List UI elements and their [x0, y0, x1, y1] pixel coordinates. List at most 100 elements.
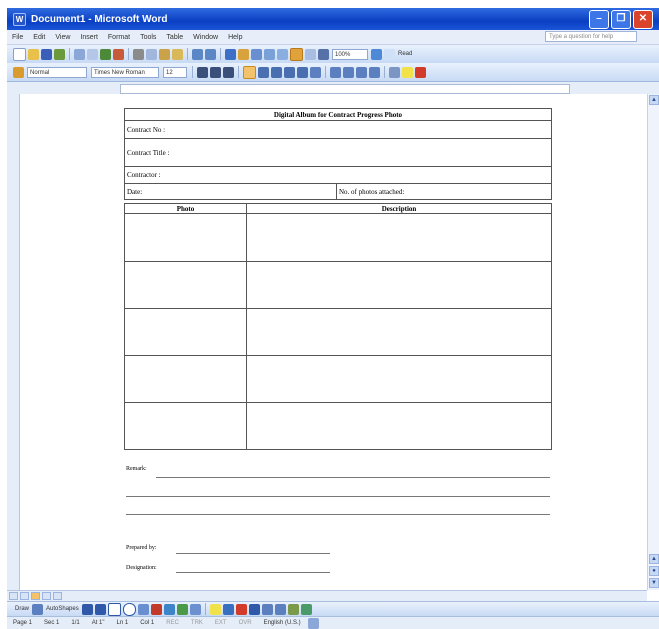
contract-no-field[interactable]: Contract No :: [124, 120, 552, 139]
print-icon[interactable]: [74, 48, 85, 60]
tables-borders-icon[interactable]: [238, 48, 249, 60]
font-color-icon[interactable]: [235, 603, 247, 615]
arrow-icon[interactable]: [94, 603, 106, 615]
close-button[interactable]: ✕: [633, 10, 653, 29]
status-ext[interactable]: EXT: [209, 620, 233, 626]
description-cell[interactable]: [246, 355, 552, 403]
select-objects-icon[interactable]: [32, 603, 44, 615]
next-page-icon[interactable]: ▼: [649, 578, 659, 588]
status-rec[interactable]: REC: [160, 620, 185, 626]
numbering-icon[interactable]: [330, 66, 341, 78]
paste-icon[interactable]: [159, 48, 170, 60]
clip-art-icon[interactable]: [176, 603, 188, 615]
font-size-select[interactable]: 12: [163, 66, 187, 78]
vertical-scrollbar[interactable]: ▲ ▲ ● ▼: [647, 94, 659, 590]
web-layout-view-icon[interactable]: [20, 592, 29, 600]
remark-line[interactable]: [156, 477, 550, 478]
borders-icon[interactable]: [389, 66, 400, 78]
status-trk[interactable]: TRK: [185, 620, 209, 626]
menu-window[interactable]: Window: [188, 34, 223, 41]
wordart-icon[interactable]: [150, 603, 162, 615]
menu-view[interactable]: View: [50, 34, 75, 41]
prepared-by-line[interactable]: [176, 553, 330, 554]
contract-title-field[interactable]: Contract Title :: [124, 138, 552, 167]
print-layout-view-icon[interactable]: [31, 592, 40, 600]
3d-style-icon[interactable]: [300, 603, 312, 615]
photo-cell[interactable]: [124, 213, 247, 262]
spelling-icon[interactable]: [100, 48, 111, 60]
description-cell[interactable]: [246, 261, 552, 309]
spelling-status-icon[interactable]: [307, 617, 319, 629]
status-ovr[interactable]: OVR: [233, 620, 258, 626]
photo-cell[interactable]: [124, 308, 247, 356]
show-hide-icon[interactable]: [318, 48, 329, 60]
print-preview-icon[interactable]: [87, 48, 98, 60]
menu-edit[interactable]: Edit: [28, 34, 50, 41]
decrease-indent-icon[interactable]: [356, 66, 367, 78]
scroll-up-icon[interactable]: ▲: [649, 95, 659, 105]
document-map-icon[interactable]: [305, 48, 316, 60]
copy-icon[interactable]: [146, 48, 157, 60]
new-document-icon[interactable]: [13, 47, 26, 61]
bold-icon[interactable]: [197, 66, 208, 78]
menu-format[interactable]: Format: [103, 34, 135, 41]
photos-attached-field[interactable]: No. of photos attached:: [336, 183, 552, 200]
help-icon[interactable]: [371, 48, 382, 60]
photo-cell[interactable]: [124, 402, 247, 450]
increase-indent-icon[interactable]: [369, 66, 380, 78]
highlight-icon[interactable]: [402, 66, 413, 78]
save-icon[interactable]: [41, 48, 52, 60]
ask-question-input[interactable]: Type a question for help: [545, 31, 637, 42]
underline-icon[interactable]: [223, 66, 234, 78]
oval-icon[interactable]: [122, 602, 136, 616]
font-color-icon[interactable]: [415, 66, 426, 78]
open-folder-icon[interactable]: [28, 48, 39, 60]
insert-excel-icon[interactable]: [264, 48, 275, 60]
line-icon[interactable]: [81, 603, 93, 615]
diagram-icon[interactable]: [163, 603, 175, 615]
columns-icon[interactable]: [277, 48, 288, 60]
autoshapes-menu[interactable]: AutoShapes: [44, 606, 81, 612]
description-cell[interactable]: [246, 308, 552, 356]
photo-cell[interactable]: [124, 261, 247, 309]
previous-page-icon[interactable]: ▲: [649, 554, 659, 564]
drawing-icon[interactable]: [290, 47, 303, 61]
research-icon[interactable]: [113, 48, 124, 60]
italic-icon[interactable]: [210, 66, 221, 78]
permission-icon[interactable]: [54, 48, 65, 60]
select-browse-object-icon[interactable]: ●: [649, 566, 659, 576]
read-button[interactable]: Read: [396, 51, 414, 57]
insert-picture-icon[interactable]: [189, 603, 201, 615]
justify-icon[interactable]: [284, 66, 295, 78]
date-field[interactable]: Date:: [124, 183, 337, 200]
styles-icon[interactable]: [13, 66, 24, 78]
menu-insert[interactable]: Insert: [75, 34, 103, 41]
format-painter-icon[interactable]: [172, 48, 183, 60]
menu-table[interactable]: Table: [161, 34, 188, 41]
line-style-icon[interactable]: [248, 603, 260, 615]
align-left-icon[interactable]: [243, 65, 256, 79]
line-color-icon[interactable]: [222, 603, 234, 615]
outline-view-icon[interactable]: [42, 592, 51, 600]
zoom-select[interactable]: 100%: [332, 48, 368, 60]
contractor-field[interactable]: Contractor :: [124, 166, 552, 184]
insert-table-icon[interactable]: [251, 48, 262, 60]
align-center-icon[interactable]: [258, 66, 269, 78]
remark-line[interactable]: [126, 496, 550, 497]
horizontal-ruler[interactable]: [120, 84, 570, 94]
draw-menu[interactable]: Draw: [13, 606, 31, 612]
hyperlink-icon[interactable]: [225, 48, 236, 60]
cut-icon[interactable]: [133, 48, 144, 60]
restore-button[interactable]: ❐: [611, 10, 631, 29]
menu-file[interactable]: File: [7, 34, 28, 41]
redo-icon[interactable]: [205, 48, 216, 60]
read-icon[interactable]: [384, 48, 395, 60]
style-select[interactable]: Normal: [27, 66, 87, 78]
undo-icon[interactable]: [192, 48, 203, 60]
remark-line[interactable]: [126, 514, 550, 515]
bullets-icon[interactable]: [343, 66, 354, 78]
description-cell[interactable]: [246, 402, 552, 450]
description-cell[interactable]: [246, 213, 552, 262]
dash-style-icon[interactable]: [261, 603, 273, 615]
rectangle-icon[interactable]: [107, 602, 121, 616]
